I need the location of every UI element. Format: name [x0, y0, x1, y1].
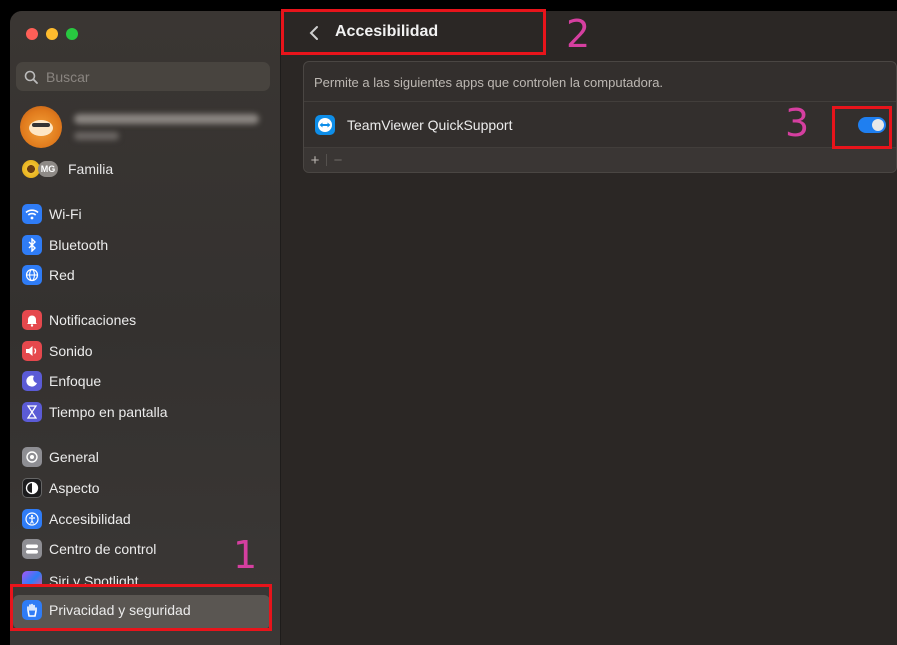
avatar [20, 106, 62, 148]
sidebar-item-label: General [49, 449, 99, 465]
sidebar-item-label: Red [49, 267, 75, 283]
traffic-lights [26, 28, 78, 40]
bluetooth-icon [22, 235, 42, 255]
annotation-box-3 [832, 106, 892, 149]
bell-icon [22, 310, 42, 330]
sidebar-item-label: Familia [68, 161, 114, 177]
speaker-icon [22, 341, 42, 361]
sidebar-item-label: Tiempo en pantalla [49, 404, 168, 420]
hourglass-icon [22, 402, 42, 422]
sidebar-item-familia[interactable]: MG Familia [22, 160, 113, 178]
moon-icon [22, 371, 42, 391]
annotation-number-3: 3 [785, 101, 810, 145]
zoom-window-button[interactable] [66, 28, 78, 40]
search-input[interactable] [44, 67, 258, 86]
sidebar-item-sonido[interactable]: Sonido [22, 338, 270, 364]
control-center-icon [22, 539, 42, 559]
close-window-button[interactable] [26, 28, 38, 40]
sidebar-item-label: Enfoque [49, 373, 102, 389]
globe-icon [22, 265, 42, 285]
accessibility-icon [22, 509, 42, 529]
sidebar-item-label: Sonido [49, 343, 93, 359]
wifi-icon [22, 204, 42, 224]
sidebar-item-enfoque[interactable]: Enfoque [22, 368, 270, 394]
account-name-redacted [74, 114, 259, 140]
appearance-icon [22, 478, 42, 498]
sidebar-item-label: Accesibilidad [49, 511, 131, 527]
apple-account[interactable] [20, 106, 259, 148]
panel-description: Permite a las siguientes apps que contro… [314, 75, 664, 90]
sidebar-item-label: Aspecto [49, 480, 100, 496]
sidebar-item-red[interactable]: Red [22, 262, 270, 288]
gear-icon [22, 447, 42, 467]
remove-app-button[interactable]: − [327, 152, 349, 169]
sidebar-item-label: Notificaciones [49, 312, 137, 328]
app-name: TeamViewer QuickSupport [347, 116, 513, 133]
sidebar-item-bluetooth[interactable]: Bluetooth [22, 232, 270, 258]
teamviewer-icon [315, 114, 335, 135]
annotation-box-1 [10, 584, 272, 631]
family-member-badge: MG [38, 161, 58, 177]
family-avatars: MG [22, 160, 58, 178]
sidebar-item-aspecto[interactable]: Aspecto [22, 475, 270, 501]
add-remove-bar: + − [304, 147, 896, 172]
settings-window: MG Familia Wi-Fi Bluetooth [10, 11, 897, 645]
annotation-number-1: 1 [233, 533, 258, 577]
sidebar-item-label: Centro de control [49, 541, 157, 557]
search-icon [24, 70, 38, 84]
sidebar-item-label: Bluetooth [49, 237, 109, 253]
sidebar-item-wifi[interactable]: Wi-Fi [22, 201, 270, 227]
annotation-box-2 [281, 9, 546, 55]
sidebar-item-notificaciones[interactable]: Notificaciones [22, 307, 270, 333]
annotation-number-2: 2 [566, 12, 591, 56]
add-app-button[interactable]: + [304, 152, 326, 169]
minimize-window-button[interactable] [46, 28, 58, 40]
search-field[interactable] [16, 62, 270, 91]
sidebar-item-tiempo-en-pantalla[interactable]: Tiempo en pantalla [22, 399, 270, 425]
sidebar-item-general[interactable]: General [22, 444, 270, 470]
sidebar-item-accesibilidad[interactable]: Accesibilidad [22, 506, 270, 532]
sidebar-item-label: Wi-Fi [49, 206, 82, 222]
